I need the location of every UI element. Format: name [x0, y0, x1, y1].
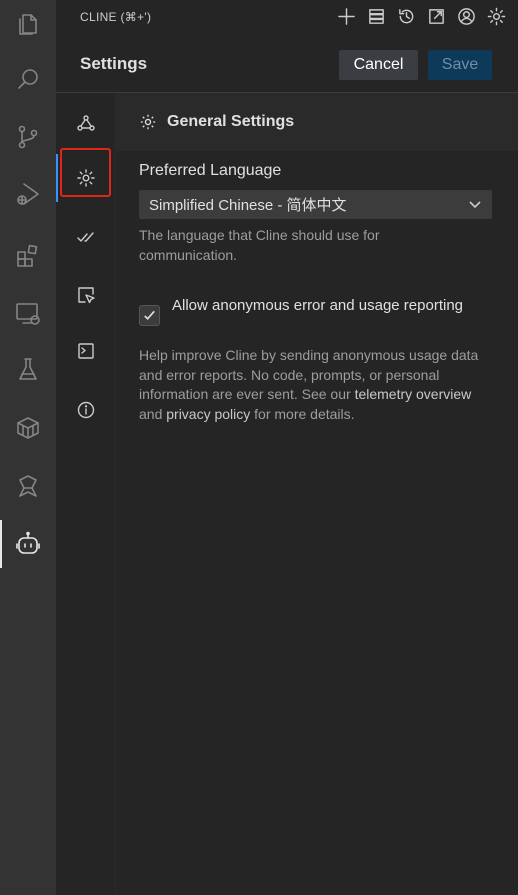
- remote-explorer-icon[interactable]: [0, 289, 56, 337]
- chevron-down-icon: [468, 197, 482, 211]
- tab-features[interactable]: [56, 209, 116, 265]
- activity-bar: [0, 0, 56, 895]
- telemetry-text-2: and: [139, 405, 167, 422]
- testing-icon[interactable]: [0, 345, 56, 393]
- cancel-button[interactable]: Cancel: [339, 50, 418, 80]
- telemetry-description: Help improve Cline by sending anonymous …: [139, 346, 489, 424]
- settings-tab-rail: [56, 93, 116, 895]
- source-control-icon[interactable]: [0, 113, 56, 161]
- external-link-icon[interactable]: [424, 4, 448, 28]
- info-icon: [77, 401, 95, 419]
- explorer-icon[interactable]: [0, 0, 56, 48]
- language-description: The language that Cline should use for c…: [139, 227, 380, 263]
- terminal-icon: [78, 343, 94, 359]
- containers-icon[interactable]: [0, 404, 56, 452]
- telemetry-checkbox[interactable]: [139, 305, 160, 326]
- gear-icon: [140, 114, 156, 130]
- panel-title: CLINE (⌘+'): [80, 10, 152, 24]
- vscode-window: CLINE (⌘+') Settings Cancel Save General…: [0, 0, 518, 895]
- save-button[interactable]: Save: [428, 50, 492, 80]
- highlight-box: [60, 148, 111, 197]
- section-title: General Settings: [167, 113, 295, 130]
- browser-cursor-icon: [78, 287, 95, 304]
- history-icon[interactable]: [394, 4, 418, 28]
- panel-header: CLINE (⌘+'): [56, 0, 518, 35]
- preferred-language-label: Preferred Language: [139, 162, 282, 179]
- general-settings-content: General Settings Preferred Language Simp…: [116, 93, 518, 895]
- search-icon[interactable]: [0, 56, 56, 104]
- tab-api-configuration[interactable]: [56, 95, 116, 151]
- tab-about[interactable]: [56, 382, 116, 438]
- telemetry-checkbox-label[interactable]: Allow anonymous error and usage reportin…: [172, 297, 472, 315]
- run-debug-icon[interactable]: [0, 170, 56, 218]
- tab-browser[interactable]: [56, 267, 116, 323]
- privacy-policy-link[interactable]: privacy policy: [166, 406, 250, 422]
- cline-robot-icon[interactable]: [0, 520, 56, 568]
- telemetry-text-3: for more details.: [250, 405, 355, 422]
- tools-icon[interactable]: [0, 462, 56, 510]
- tab-terminal[interactable]: [56, 323, 116, 379]
- cline-panel: CLINE (⌘+') Settings Cancel Save General…: [56, 0, 518, 895]
- check-all-icon: [77, 232, 94, 242]
- language-select[interactable]: Simplified Chinese - 简体中文: [139, 190, 492, 219]
- account-icon[interactable]: [454, 4, 478, 28]
- server-icon[interactable]: [364, 4, 388, 28]
- webhook-icon: [77, 115, 95, 131]
- telemetry-overview-link[interactable]: telemetry overview: [355, 386, 472, 402]
- extensions-icon[interactable]: [0, 232, 56, 280]
- page-title: Settings: [80, 54, 148, 73]
- gear-icon[interactable]: [484, 4, 508, 28]
- plus-icon[interactable]: [334, 4, 358, 28]
- section-header: General Settings: [116, 93, 518, 151]
- language-select-value: Simplified Chinese - 简体中文: [149, 197, 347, 214]
- check-icon: [144, 310, 155, 321]
- settings-toolbar: Settings Cancel Save: [56, 35, 518, 93]
- header-toolbar: [334, 4, 508, 28]
